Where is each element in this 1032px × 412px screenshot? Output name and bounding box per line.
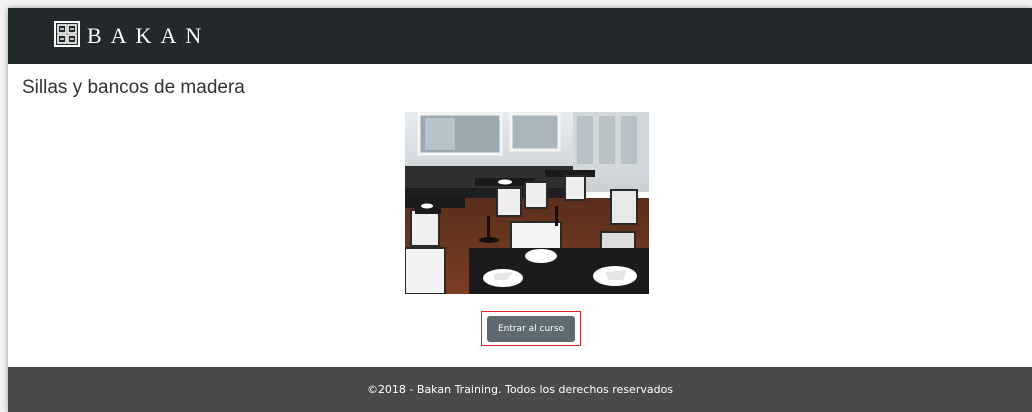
enter-course-button[interactable]: Entrar al curso	[487, 315, 575, 342]
bakan-logo-icon	[54, 20, 87, 52]
page-footer: ©2018 - Bakan Training. Todos los derech…	[8, 367, 1032, 412]
brand-name: BAKAN	[87, 23, 211, 48]
browser-viewport: BAKAN Sillas y bancos de madera Entrar a…	[8, 8, 1032, 412]
page-title: Sillas y bancos de madera	[22, 77, 245, 98]
enter-course-highlight: Entrar al curso	[481, 311, 581, 346]
brand-home-link[interactable]: BAKAN	[54, 20, 211, 52]
footer-copyright: ©2018 - Bakan Training. Todos los derech…	[366, 383, 674, 396]
course-image	[405, 112, 649, 294]
top-navbar: BAKAN	[8, 8, 1032, 64]
screenshot-frame: BAKAN Sillas y bancos de madera Entrar a…	[0, 0, 1032, 412]
